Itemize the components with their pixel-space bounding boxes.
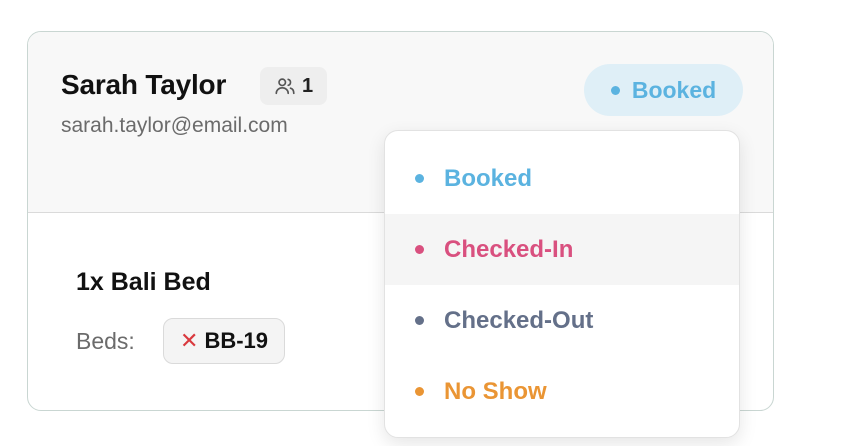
- status-option-label: No Show: [444, 377, 547, 405]
- status-option-checked-in[interactable]: Checked-In: [385, 214, 739, 285]
- beds-label: Beds:: [76, 328, 135, 354]
- status-dot-icon: [415, 245, 424, 254]
- status-dropdown-button[interactable]: Booked: [584, 64, 743, 116]
- status-option-booked[interactable]: Booked: [385, 143, 739, 214]
- status-dot-icon: [415, 316, 424, 325]
- bed-code: BB-19: [204, 328, 269, 353]
- close-icon[interactable]: ✕: [180, 330, 198, 352]
- status-option-label: Checked-Out: [444, 306, 594, 334]
- guest-count-badge: 1: [260, 67, 328, 105]
- bed-chip: ✕ BB-19: [163, 318, 286, 364]
- booking-item-title: 1x Bali Bed: [76, 268, 211, 296]
- status-dot-icon: [415, 387, 424, 396]
- status-dropdown-menu: Booked Checked-In Checked-Out No Show: [384, 130, 740, 438]
- status-dot-icon: [415, 174, 424, 183]
- guest-name: Sarah Taylor: [61, 69, 227, 100]
- status-option-label: Booked: [444, 164, 533, 192]
- status-option-label: Checked-In: [444, 235, 574, 263]
- guest-count-value: 1: [302, 74, 314, 97]
- status-option-checked-out[interactable]: Checked-Out: [385, 285, 739, 356]
- guest-email: sarah.taylor@email.com: [61, 114, 288, 137]
- users-icon: [274, 75, 296, 97]
- booking-view: Sarah Taylor 1 sarah.taylor@email.com Bo…: [0, 0, 856, 446]
- status-option-no-show[interactable]: No Show: [385, 356, 739, 427]
- status-current-label: Booked: [631, 76, 717, 103]
- status-dot-icon: [610, 85, 620, 95]
